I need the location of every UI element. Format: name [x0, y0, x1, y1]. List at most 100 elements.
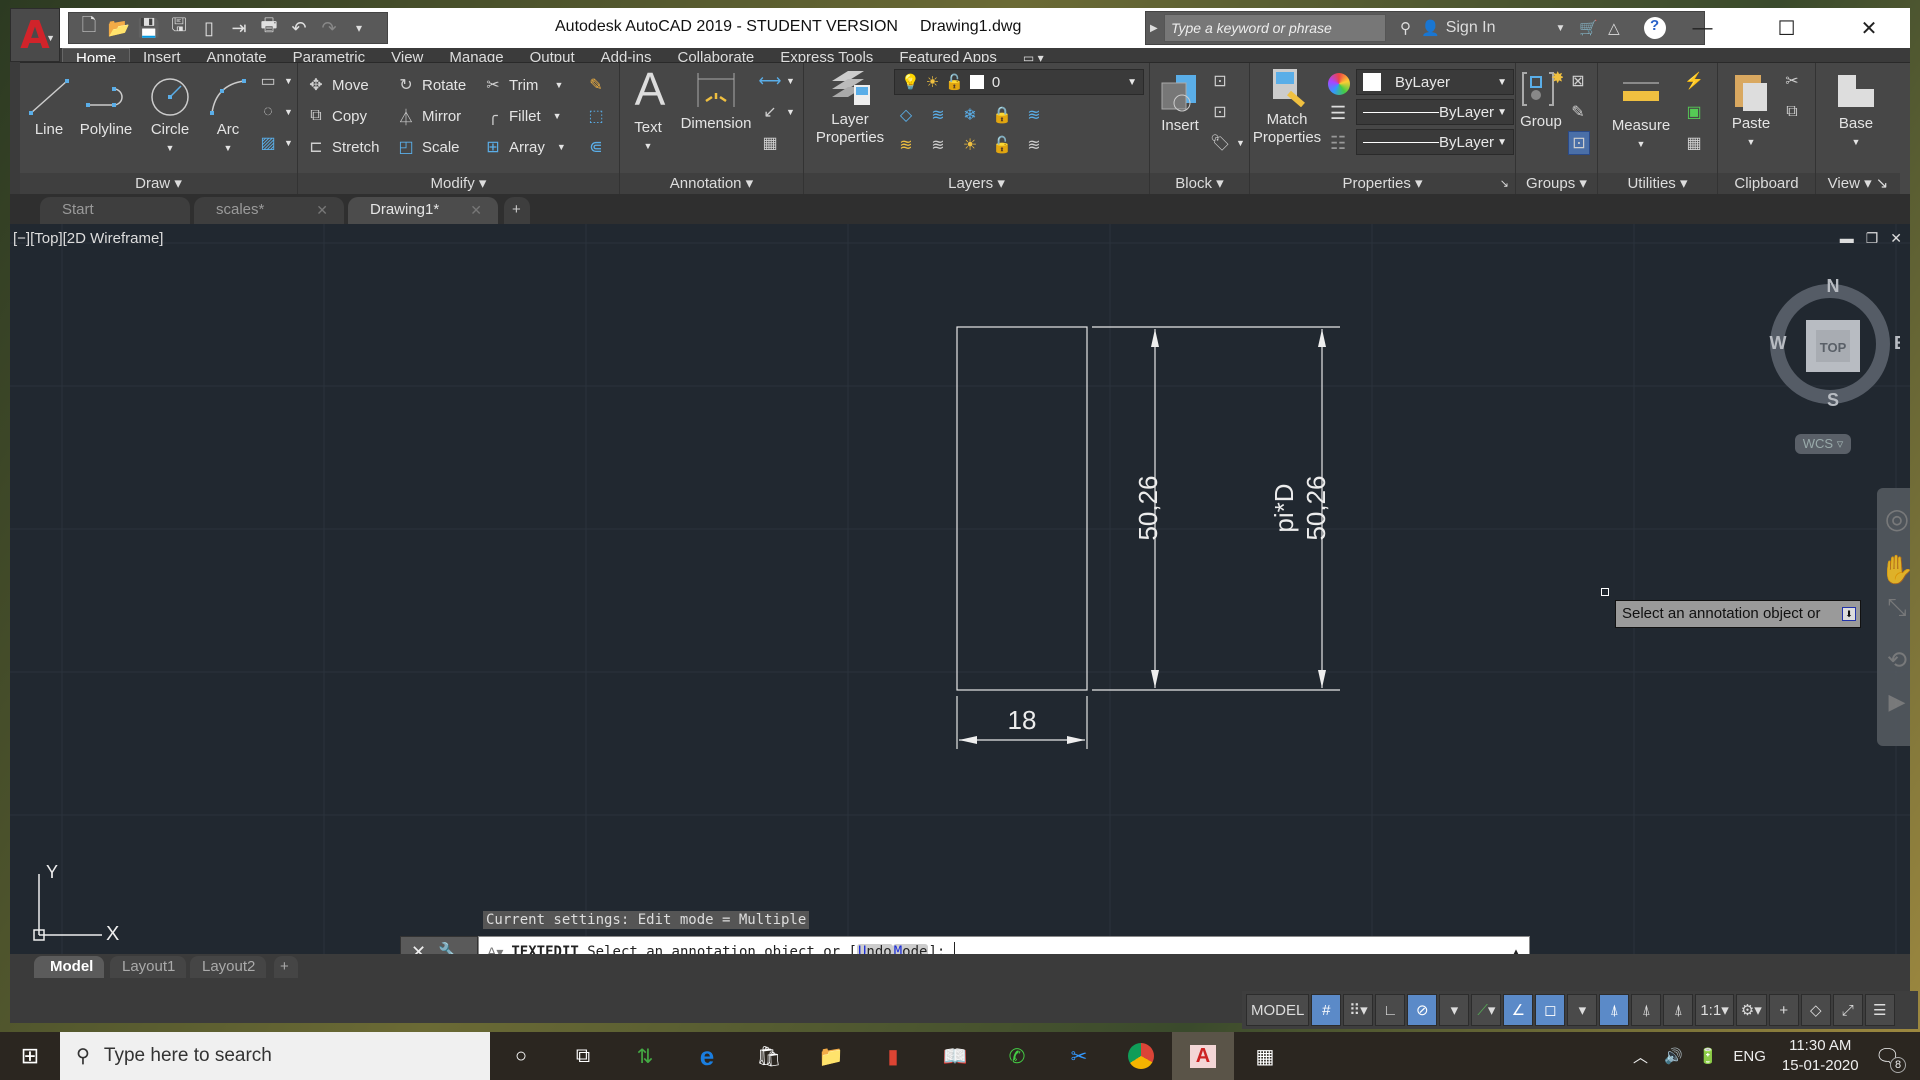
layer-thaw-all-icon[interactable]: ☀ — [960, 135, 980, 155]
width-dimension[interactable]: 18 — [956, 696, 1088, 749]
stretch-button[interactable]: ⊏ Stretch — [306, 135, 379, 159]
taskbar-search-box[interactable]: ⚲ Type here to search — [60, 1032, 490, 1080]
annotation-scale-icon[interactable]: ⍋ — [1663, 994, 1694, 1026]
offset-button[interactable]: ⋐ — [586, 135, 606, 159]
taskbar-app-whatsapp[interactable]: ✆ — [986, 1032, 1048, 1080]
taskbar-app-autocad[interactable]: A — [1172, 1032, 1234, 1080]
panel-properties-label[interactable]: Properties ▾ ↘ — [1250, 173, 1515, 195]
grid-toggle[interactable]: # — [1311, 994, 1342, 1026]
binoculars-icon[interactable]: ⚲ — [1400, 19, 1411, 37]
command-input[interactable]: A▾ TEXTEDIT Select an annotation object o… — [478, 936, 1530, 954]
panel-block-label[interactable]: Block ▾ — [1150, 173, 1249, 195]
layout-tab-model[interactable]: Model — [34, 956, 104, 978]
panel-utilities-label[interactable]: Utilities ▾ — [1598, 173, 1717, 195]
cart-icon[interactable]: 🛒 — [1579, 19, 1598, 37]
drawing-viewport[interactable]: [−][Top][2D Wireframe] ▬ ❐ ✕ 50,26 pi*D … — [10, 224, 1910, 954]
taskbar-app-sync[interactable]: ⇅ — [614, 1032, 676, 1080]
quick-select-button[interactable]: ⚡ — [1684, 69, 1704, 93]
customization-menu[interactable]: ☰ — [1864, 994, 1895, 1026]
action-center-icon[interactable]: 🗨 8 — [1875, 1044, 1906, 1073]
model-space-toggle[interactable]: MODEL — [1246, 994, 1310, 1026]
new-file-icon[interactable]: 🗋 — [77, 13, 101, 43]
close-command-line-icon[interactable]: ✕ — [411, 942, 426, 955]
taskbar-app-calculator[interactable]: ▦ — [1234, 1032, 1296, 1080]
file-tab-start[interactable]: Start — [40, 197, 190, 224]
clean-screen-toggle[interactable]: ⤢ — [1832, 994, 1863, 1026]
save-as-icon[interactable]: 🖫 — [167, 13, 191, 43]
file-tab-drawing1[interactable]: Drawing1* ✕ — [348, 197, 498, 224]
taskbar-app-chrome[interactable] — [1110, 1032, 1172, 1080]
polar-toggle[interactable]: ⊘ — [1407, 994, 1438, 1026]
group-button[interactable]: ✸ Group — [1518, 69, 1564, 131]
viewcube[interactable]: TOP N S E W — [1760, 274, 1901, 454]
new-layout-button[interactable]: + — [274, 956, 298, 978]
lineweight-dropdown[interactable]: ByLayer ▼ — [1356, 99, 1514, 125]
start-button[interactable]: ⊞ — [0, 1032, 60, 1080]
sign-in-button[interactable]: Sign In — [1446, 19, 1496, 37]
object-snap-tracking-toggle[interactable]: ∠ — [1503, 994, 1534, 1026]
group-selection-toggle[interactable]: ⊡ — [1568, 131, 1590, 155]
show-hidden-icons[interactable]: ︿ — [1633, 1046, 1648, 1067]
ellipse-button[interactable]: ◌ ▼ — [258, 100, 293, 124]
annotation-scale-dropdown[interactable]: 1:1 ▾ — [1695, 994, 1734, 1026]
isolate-objects[interactable]: ◇ — [1800, 994, 1831, 1026]
mirror-button[interactable]: ⏃ Mirror — [396, 104, 461, 128]
cortana-button[interactable]: ○ — [490, 1032, 552, 1080]
undo-icon[interactable]: ↶ — [287, 18, 311, 39]
clock[interactable]: 11:30 AM 15-01-2020 — [1782, 1036, 1859, 1076]
polar-options[interactable]: ▾ — [1439, 994, 1470, 1026]
layer-dropdown[interactable]: 💡 ☀ 🔓 0 ▼ — [894, 69, 1144, 95]
match-properties-button[interactable]: Match Properties — [1250, 67, 1324, 147]
group-edit-button[interactable]: ✎ — [1568, 100, 1588, 124]
panel-draw-label[interactable]: Draw ▾ — [20, 173, 297, 195]
taskbar-app-store[interactable]: 🛍 — [738, 1032, 800, 1080]
layer-isolate-icon[interactable]: ≋ — [928, 105, 948, 125]
text-button[interactable]: A Text ▼ — [628, 66, 668, 155]
layer-unlock-all-icon[interactable]: 🔓 — [992, 135, 1012, 155]
taskbar-app-red[interactable]: ▮ — [862, 1032, 924, 1080]
tooltip-options-icon[interactable]: ⬇ — [1842, 607, 1856, 621]
layout-tab-layout2[interactable]: Layout2 — [190, 956, 266, 978]
layout-tab-layout1[interactable]: Layout1 — [110, 956, 186, 978]
linetype-dropdown[interactable]: ByLayer ▼ — [1356, 129, 1514, 155]
panel-groups-label[interactable]: Groups ▾ — [1516, 173, 1597, 195]
snap-toggle[interactable]: ⠿ ▾ — [1343, 994, 1374, 1026]
trim-button[interactable]: ✂ Trim ▼ — [483, 73, 563, 97]
make-current-icon[interactable]: ≋ — [1024, 105, 1044, 125]
taskbar-app-explorer[interactable]: 📁 — [800, 1032, 862, 1080]
taskbar-app-edge[interactable]: e — [676, 1032, 738, 1080]
layer-properties-button[interactable]: Layer Properties — [810, 67, 890, 147]
annotation-monitor[interactable]: + — [1768, 994, 1799, 1026]
move-button[interactable]: ✥ Move — [306, 73, 368, 97]
open-file-icon[interactable]: 📂 — [107, 18, 131, 39]
open-from-web-icon[interactable]: ▯ — [197, 18, 221, 39]
table-button[interactable]: ▦ — [760, 131, 780, 155]
isodraft-toggle[interactable]: ⟋ ▾ — [1471, 994, 1502, 1026]
customize-qat-icon[interactable]: ▾ — [347, 21, 371, 35]
hatch-button[interactable]: ▨ ▼ — [258, 131, 292, 155]
array-button[interactable]: ⊞ Array ▼ — [483, 135, 565, 159]
select-all-button[interactable]: ▣ — [1684, 100, 1704, 124]
scale-button[interactable]: ◰ Scale — [396, 135, 459, 159]
arc-button[interactable]: Arc ▼ — [200, 77, 256, 157]
close-tab-icon[interactable]: ✕ — [316, 197, 328, 223]
copy-clip-button[interactable]: ⧉ — [1782, 100, 1802, 124]
rectangle-button[interactable]: ▭ ▼ — [258, 69, 292, 93]
fillet-button[interactable]: ╭ Fillet ▼ — [483, 104, 561, 128]
workspace-switch[interactable]: ⚙ ▾ — [1735, 994, 1767, 1026]
orbit-icon[interactable]: ⟲ — [1877, 646, 1910, 675]
measure-button[interactable]: Measure ▼ — [1604, 73, 1678, 153]
zoom-extents-icon[interactable]: ⤡ — [1877, 594, 1910, 622]
save-icon[interactable]: 💾 — [137, 18, 161, 39]
circle-button[interactable]: Circle ▼ — [142, 77, 198, 157]
cut-button[interactable]: ✂ — [1782, 69, 1802, 93]
polyline-button[interactable]: Polyline — [76, 77, 136, 139]
edit-block-button[interactable]: ⊡ — [1210, 100, 1230, 124]
rectangle-object[interactable] — [956, 326, 1088, 691]
height-dimension[interactable]: 50,26 — [1133, 329, 1163, 688]
file-tab-scales[interactable]: scales* ✕ — [194, 197, 344, 224]
circumference-dimension[interactable]: pi*D 50,26 — [1269, 329, 1331, 688]
layer-on-all-icon[interactable]: ≋ — [896, 135, 916, 155]
insert-block-button[interactable]: Insert — [1154, 73, 1206, 135]
layer-lock-icon[interactable]: 🔒 — [992, 105, 1012, 125]
